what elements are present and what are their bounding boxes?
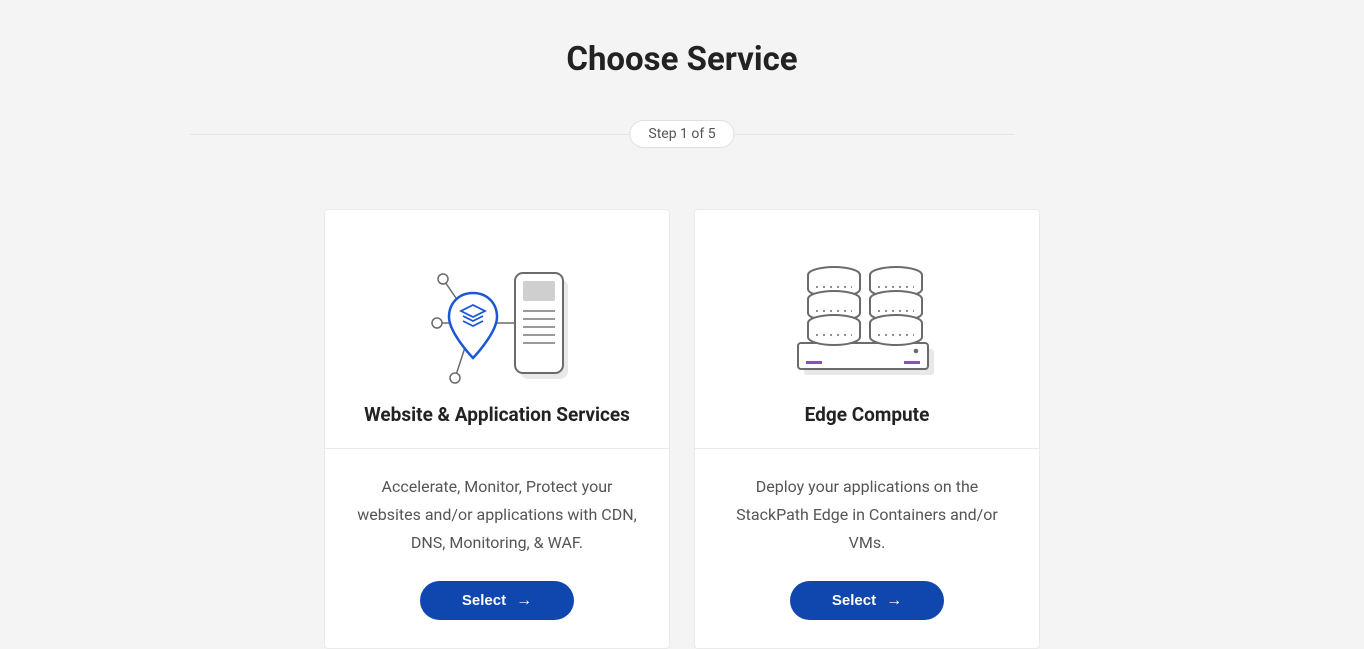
card-description: Deploy your applications on the StackPat…: [721, 473, 1013, 557]
step-indicator-row: Step 1 of 5: [0, 119, 1364, 149]
step-divider-line: [190, 134, 1014, 135]
service-card-edge-compute: Edge Compute Deploy your applications on…: [694, 209, 1040, 649]
card-body: Deploy your applications on the StackPat…: [695, 449, 1039, 648]
card-title: Website & Application Services: [345, 403, 649, 426]
service-card-website-application: Website & Application Services Accelerat…: [324, 209, 670, 649]
select-button-label: Select: [832, 592, 876, 609]
page-title: Choose Service: [0, 40, 1364, 79]
select-button[interactable]: Select →: [420, 581, 574, 620]
edge-compute-illustration-icon: [715, 240, 1019, 395]
service-cards: Website & Application Services Accelerat…: [0, 209, 1364, 649]
website-services-illustration-icon: [345, 240, 649, 395]
card-description: Accelerate, Monitor, Protect your websit…: [351, 473, 643, 557]
card-header: Website & Application Services: [325, 210, 669, 449]
select-button[interactable]: Select →: [790, 581, 944, 620]
select-button-label: Select: [462, 592, 506, 609]
arrow-right-icon: →: [516, 593, 532, 609]
arrow-right-icon: →: [886, 593, 902, 609]
step-badge: Step 1 of 5: [629, 120, 734, 148]
card-header: Edge Compute: [695, 210, 1039, 449]
card-title: Edge Compute: [715, 403, 1019, 426]
card-body: Accelerate, Monitor, Protect your websit…: [325, 449, 669, 648]
